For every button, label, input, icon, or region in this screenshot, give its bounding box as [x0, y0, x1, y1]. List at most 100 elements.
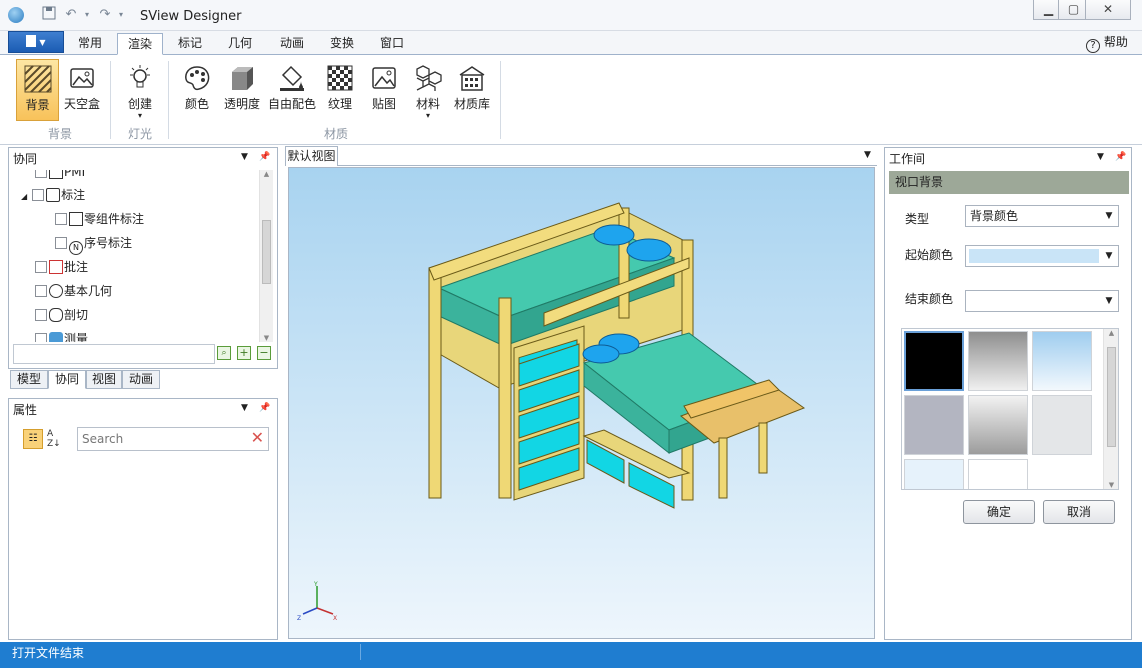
- tab-geometry[interactable]: 几何: [218, 33, 262, 55]
- decal-button[interactable]: 贴图: [364, 59, 404, 121]
- preset-swatch-ice[interactable]: [904, 459, 964, 489]
- create-light-button[interactable]: 创建 ▾: [118, 59, 162, 121]
- panel-menu-icon[interactable]: ▼: [241, 152, 248, 162]
- scroll-down-icon[interactable]: ▼: [260, 334, 273, 342]
- checkbox[interactable]: [35, 170, 47, 178]
- scroll-thumb[interactable]: [1107, 347, 1116, 447]
- end-color-label: 结束颜色: [905, 292, 954, 306]
- clear-search-icon[interactable]: ✕: [251, 428, 264, 447]
- file-menu-button[interactable]: ▼: [8, 31, 64, 53]
- section-icon: [49, 308, 63, 322]
- tab-markup[interactable]: 标记: [168, 33, 212, 55]
- tab-model[interactable]: 模型: [10, 370, 48, 389]
- checkbox[interactable]: [32, 189, 45, 201]
- preset-swatch-slate[interactable]: [904, 395, 964, 455]
- expand-all-icon[interactable]: +: [237, 346, 251, 360]
- panel-menu-icon[interactable]: ▼: [1097, 152, 1104, 162]
- scroll-down-icon[interactable]: ▼: [1104, 481, 1118, 489]
- checkbox[interactable]: [35, 261, 47, 273]
- tab-animation-panel[interactable]: 动画: [122, 370, 160, 389]
- material-library-button[interactable]: 材质库: [450, 59, 494, 121]
- preset-swatch-silver-gradient[interactable]: [968, 395, 1028, 455]
- collapse-all-icon[interactable]: −: [257, 346, 271, 360]
- pin-icon[interactable]: 📌: [1115, 152, 1126, 162]
- tab-transform[interactable]: 变换: [320, 33, 364, 55]
- free-color-button[interactable]: 自由配色: [266, 59, 318, 121]
- collapse-arrow-icon[interactable]: ◢: [21, 192, 27, 201]
- chevron-down-icon: ▼: [1105, 211, 1113, 221]
- tree-item-measure[interactable]: 测量: [35, 329, 88, 342]
- undo-icon[interactable]: ↶: [62, 6, 80, 24]
- scroll-up-icon[interactable]: ▲: [260, 170, 273, 178]
- start-color-picker[interactable]: ▼: [965, 245, 1119, 267]
- tab-common[interactable]: 常用: [68, 33, 112, 55]
- checkbox[interactable]: [55, 213, 67, 225]
- tree-item-part-annotation[interactable]: 零组件标注: [55, 209, 144, 229]
- type-label: 类型: [905, 212, 930, 226]
- tree-item-basic-geometry[interactable]: 基本几何: [35, 281, 112, 301]
- scroll-thumb[interactable]: [262, 220, 271, 284]
- viewport-canvas[interactable]: Y X Z: [288, 167, 875, 639]
- ribbon-panel: 背景 天空盒 背景 创建 ▾ 灯光 颜色 透明度 自由配色 纹理 贴图 材料 ▾…: [0, 55, 1142, 145]
- help-button[interactable]: ? 帮助: [1086, 33, 1128, 53]
- tree-item-sequence-annotation[interactable]: N 序号标注: [55, 233, 132, 255]
- preset-swatch-blue-gradient[interactable]: [1032, 331, 1092, 391]
- tab-collab[interactable]: 协同: [48, 370, 86, 389]
- ok-button[interactable]: 确定: [963, 500, 1035, 524]
- background-button[interactable]: 背景: [16, 59, 59, 121]
- categorized-icon[interactable]: ☷: [23, 429, 43, 449]
- color-button[interactable]: 颜色: [176, 59, 218, 121]
- tab-animation[interactable]: 动画: [270, 33, 314, 55]
- save-icon[interactable]: [40, 6, 58, 24]
- viewport-tab-default-view[interactable]: 默认视图: [285, 146, 338, 166]
- texture-button[interactable]: 纹理: [320, 59, 360, 121]
- svg-text:Z: Z: [297, 615, 301, 622]
- end-color-picker[interactable]: ▼: [965, 290, 1119, 312]
- tree-view: PMI ◢ 标注 零组件标注 N 序号标注 批注 基本几何 剖切 测量: [9, 170, 259, 342]
- annotation-icon: [46, 188, 61, 202]
- panel-menu-icon[interactable]: ▼: [241, 403, 248, 413]
- pin-icon[interactable]: 📌: [259, 403, 270, 413]
- preset-swatch-gray-gradient[interactable]: [968, 331, 1028, 391]
- redo-dropdown-icon[interactable]: ▾: [116, 6, 126, 24]
- undo-dropdown-icon[interactable]: ▾: [82, 6, 92, 24]
- tree-item-comment[interactable]: 批注: [35, 257, 88, 277]
- type-select[interactable]: 背景颜色 ▼: [965, 205, 1119, 227]
- chevron-down-icon: ▼: [1105, 251, 1113, 261]
- gallery-scrollbar[interactable]: ▲ ▼: [1103, 329, 1118, 489]
- tree-scrollbar[interactable]: ▲ ▼: [259, 170, 273, 342]
- tab-render[interactable]: 渲染: [117, 33, 163, 55]
- tree-filter-input[interactable]: [13, 344, 215, 364]
- tab-window[interactable]: 窗口: [370, 33, 414, 55]
- tree-item-annotation[interactable]: ◢ 标注: [21, 185, 85, 205]
- sort-az-icon[interactable]: A Z↓: [47, 429, 67, 449]
- viewport-menu-icon[interactable]: ▼: [864, 150, 871, 160]
- redo-icon[interactable]: ↷: [96, 6, 114, 24]
- preset-swatch-black[interactable]: [904, 331, 964, 391]
- bunk-bed-model: [428, 202, 806, 509]
- close-button[interactable]: ✕: [1085, 0, 1131, 20]
- skybox-button[interactable]: 天空盒: [60, 59, 104, 121]
- part-annotation-icon: [69, 212, 83, 226]
- checkbox[interactable]: [35, 285, 47, 297]
- preset-swatch-light-gray[interactable]: [1032, 395, 1092, 455]
- boxes-icon: [416, 65, 442, 91]
- preset-swatch-white[interactable]: [968, 459, 1028, 489]
- status-bar: 打开文件结束: [0, 642, 1142, 668]
- cancel-button[interactable]: 取消: [1043, 500, 1115, 524]
- workspace-panel: 工作间 ▼ 📌 视口背景 类型 背景颜色 ▼ 起始颜色 ▼ 结束颜色 ▼ ▲ ▼…: [884, 147, 1132, 640]
- material-button[interactable]: 材料 ▾: [408, 59, 448, 121]
- checkbox[interactable]: [55, 237, 67, 249]
- properties-search-input[interactable]: Search ✕: [77, 427, 269, 451]
- checkbox[interactable]: [35, 333, 47, 342]
- transparency-button[interactable]: 透明度: [220, 59, 264, 121]
- search-icon[interactable]: ⌕: [217, 346, 231, 360]
- status-text: 打开文件结束: [12, 646, 85, 660]
- scroll-up-icon[interactable]: ▲: [1104, 329, 1118, 337]
- tree-item-section[interactable]: 剖切: [35, 305, 88, 325]
- tab-view[interactable]: 视图: [86, 370, 122, 389]
- checkbox[interactable]: [35, 309, 47, 321]
- tree-item-pmi[interactable]: PMI: [35, 170, 85, 182]
- properties-panel: 属性 ▼ 📌 ☷ A Z↓ Search ✕: [8, 398, 278, 640]
- pin-icon[interactable]: 📌: [259, 152, 270, 162]
